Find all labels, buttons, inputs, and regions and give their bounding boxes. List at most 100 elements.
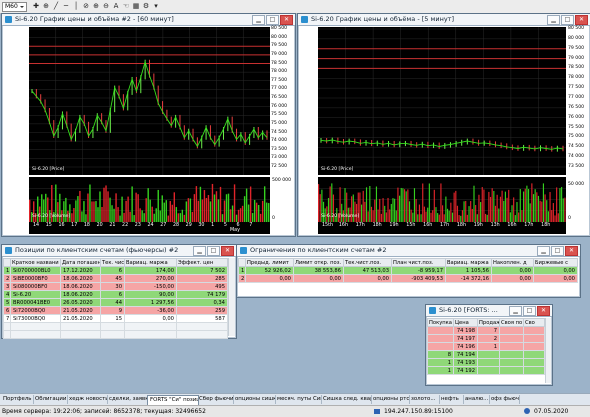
column-header[interactable]: Биржевые с bbox=[533, 258, 578, 267]
price-axis-label: 76 500 bbox=[568, 104, 585, 110]
table-row[interactable]: 1 52 926,02 38 553,86 47 513,03 -8 959,17 1 1… bbox=[238, 266, 578, 275]
vertical-scrollbar[interactable] bbox=[228, 258, 235, 336]
close-button[interactable]: ✕ bbox=[537, 306, 550, 316]
price-chart[interactable]: Si-6.20 [Price] bbox=[318, 27, 566, 175]
price-chart[interactable]: Si-6.20 [Price] bbox=[29, 27, 270, 175]
minimize-button[interactable]: ▁ bbox=[547, 15, 560, 25]
maximize-button[interactable]: □ bbox=[207, 246, 220, 256]
volume-bar bbox=[496, 194, 498, 222]
hline-tool-icon[interactable]: ─ bbox=[62, 2, 70, 10]
limits-window-titlebar[interactable]: Ограничения по клиентским счетам #2 ▁ □ … bbox=[237, 245, 580, 257]
zoom-in-icon[interactable]: ⊕ bbox=[92, 2, 100, 10]
column-header[interactable]: Накоплен. д bbox=[491, 258, 534, 267]
column-header[interactable] bbox=[238, 258, 246, 267]
table-cell: 1 105,56 bbox=[445, 266, 492, 275]
minimize-button[interactable]: ▁ bbox=[509, 306, 522, 316]
orderbook-row[interactable]: 1 74 192 bbox=[427, 366, 545, 375]
column-header[interactable]: Вариац. маржа bbox=[124, 258, 177, 267]
table-row[interactable]: 3 Si080000BF0 18.06.2020 30 -150,00 495 bbox=[3, 282, 228, 291]
workspace-tab[interactable]: золото... bbox=[409, 395, 440, 404]
fit-icon[interactable]: ▦ bbox=[132, 2, 140, 10]
orderbook-row[interactable]: 1 74 193 bbox=[427, 358, 545, 367]
timeframe-select[interactable]: M60 bbox=[2, 2, 27, 12]
table-row[interactable]: 2 SiBE0000BF0 18.06.2020 45 270,00 285 bbox=[3, 274, 228, 283]
column-header[interactable]: Своя по bbox=[499, 318, 524, 327]
volume-bar bbox=[511, 205, 513, 222]
positions-window-titlebar[interactable]: Позиции по клиентским счетам (фьючерсы) … bbox=[2, 245, 236, 257]
column-header[interactable]: Предыд. лимит bbox=[245, 258, 294, 267]
zoom-out-icon[interactable]: ⊖ bbox=[102, 2, 110, 10]
workspace-tab[interactable]: сделки, заявки bbox=[107, 395, 148, 404]
maximize-button[interactable]: □ bbox=[523, 306, 536, 316]
column-header[interactable]: Лимит откр. поз. bbox=[293, 258, 344, 267]
workspace-tab[interactable]: офз фьючи bbox=[489, 395, 520, 404]
table-row[interactable]: 6 Si72000BQ0 21.05.2020 9 -36,00 259 bbox=[3, 306, 228, 315]
close-button[interactable]: ✕ bbox=[221, 246, 234, 256]
column-header[interactable]: Дата погашен bbox=[60, 258, 101, 267]
minimize-button[interactable]: ▁ bbox=[193, 246, 206, 256]
column-header[interactable]: Краткое названи bbox=[10, 258, 61, 267]
column-header[interactable] bbox=[3, 258, 11, 267]
workspace-tab[interactable]: Портфель bbox=[1, 395, 34, 404]
maximize-button[interactable]: □ bbox=[561, 15, 574, 25]
close-button[interactable]: ✕ bbox=[565, 246, 578, 256]
hand-tool-icon[interactable]: ☜ bbox=[122, 2, 130, 10]
table-row[interactable]: 2 0,00 0,00 0,00 -903 409,53 -14 372,16 0,00 0,… bbox=[238, 274, 578, 283]
workspace-tab[interactable]: хедж новости bbox=[67, 395, 108, 404]
volume-bar bbox=[527, 189, 530, 222]
line-tool-icon[interactable]: ╱ bbox=[52, 2, 60, 10]
workspace-tab[interactable]: Облигации bbox=[33, 395, 68, 404]
column-header[interactable]: Тек. чист bbox=[100, 258, 125, 267]
column-header[interactable]: Тек.чист.поз. bbox=[343, 258, 392, 267]
workspace-tab[interactable]: опционы ртс bbox=[371, 395, 410, 404]
volume-bar bbox=[410, 209, 412, 222]
volume-chart[interactable]: Si-6.20 [Volume] bbox=[29, 177, 270, 222]
minimize-button[interactable]: ▁ bbox=[537, 246, 550, 256]
orderbook-row[interactable]: 8 74 194 bbox=[427, 350, 545, 359]
maximize-button[interactable]: □ bbox=[551, 246, 564, 256]
column-header[interactable]: План чист.поз. bbox=[391, 258, 446, 267]
volume-bar bbox=[389, 209, 391, 222]
workspace-tab[interactable]: Сишка след. квартал bbox=[321, 395, 372, 404]
volume-bar bbox=[139, 208, 141, 222]
workspace-tab[interactable]: опционы сишка bbox=[233, 395, 276, 404]
workspace-tab[interactable]: аналю... bbox=[463, 395, 490, 404]
column-header[interactable]: Сво bbox=[523, 318, 545, 327]
vertical-scrollbar[interactable] bbox=[545, 318, 551, 383]
table-row[interactable]: 5 BR000041BE0 26.05.2020 44 1 297,56 0,34 bbox=[3, 298, 228, 307]
column-header[interactable]: Продажа bbox=[477, 318, 500, 327]
settings-icon[interactable]: ⚙ bbox=[142, 2, 150, 10]
volume-chart[interactable]: Si-6.20 [Volume] bbox=[318, 177, 566, 222]
vline-tool-icon[interactable]: │ bbox=[72, 2, 80, 10]
orderbook-window-titlebar[interactable]: Si-6.20 [FORTS: ... ▁ □ ✕ bbox=[426, 305, 552, 317]
table-row[interactable]: 4 Si-6.20 18.06.2020 6 90,00 74 179 bbox=[3, 290, 228, 299]
volume-bar bbox=[523, 191, 525, 222]
column-header[interactable]: Покупка bbox=[427, 318, 454, 327]
close-button[interactable]: ✕ bbox=[575, 15, 588, 25]
cursor-icon[interactable]: ✚ bbox=[32, 2, 40, 10]
column-header[interactable]: Вариац. маржа bbox=[445, 258, 492, 267]
crosshair-icon[interactable]: ⊕ bbox=[42, 2, 50, 10]
dropdown-icon[interactable]: ▾ bbox=[152, 2, 160, 10]
table-cell bbox=[523, 326, 545, 335]
volume-bar bbox=[471, 208, 473, 222]
text-tool-icon[interactable]: A bbox=[112, 2, 120, 10]
workspace-tab[interactable]: нефть bbox=[439, 395, 464, 404]
table-row[interactable]: 7 Si73000BQ0 21.05.2020 15 0,00 587 bbox=[3, 314, 228, 323]
minimize-button[interactable]: ▁ bbox=[252, 15, 265, 25]
chart-window-60min-titlebar[interactable]: Si-6.20 График цены и объёма #2 - [60 ми… bbox=[2, 14, 295, 26]
table-row[interactable]: 1 Si0700000BL0 17.12.2020 6 174,00 7 502 bbox=[3, 266, 228, 275]
column-header[interactable]: Цена bbox=[453, 318, 478, 327]
maximize-button[interactable]: □ bbox=[266, 15, 279, 25]
table-cell: 18.06.2020 bbox=[60, 290, 101, 299]
fib-tool-icon[interactable]: ⊘ bbox=[82, 2, 90, 10]
column-header[interactable]: Эффект. цен bbox=[176, 258, 228, 267]
orderbook-row[interactable]: 74 196 1 bbox=[427, 342, 545, 351]
close-button[interactable]: ✕ bbox=[280, 15, 293, 25]
table-cell: 30 bbox=[100, 282, 125, 291]
orderbook-row[interactable]: 74 198 7 bbox=[427, 326, 545, 335]
orderbook-row[interactable]: 74 197 2 bbox=[427, 334, 545, 343]
workspace-tab[interactable]: Сбер фьючи bbox=[197, 395, 234, 404]
workspace-tab[interactable]: месяч. путы Сишка bbox=[275, 395, 322, 404]
chart-window-5min-titlebar[interactable]: Si-6.20 График цены и объёма - [5 минут]… bbox=[298, 14, 590, 26]
